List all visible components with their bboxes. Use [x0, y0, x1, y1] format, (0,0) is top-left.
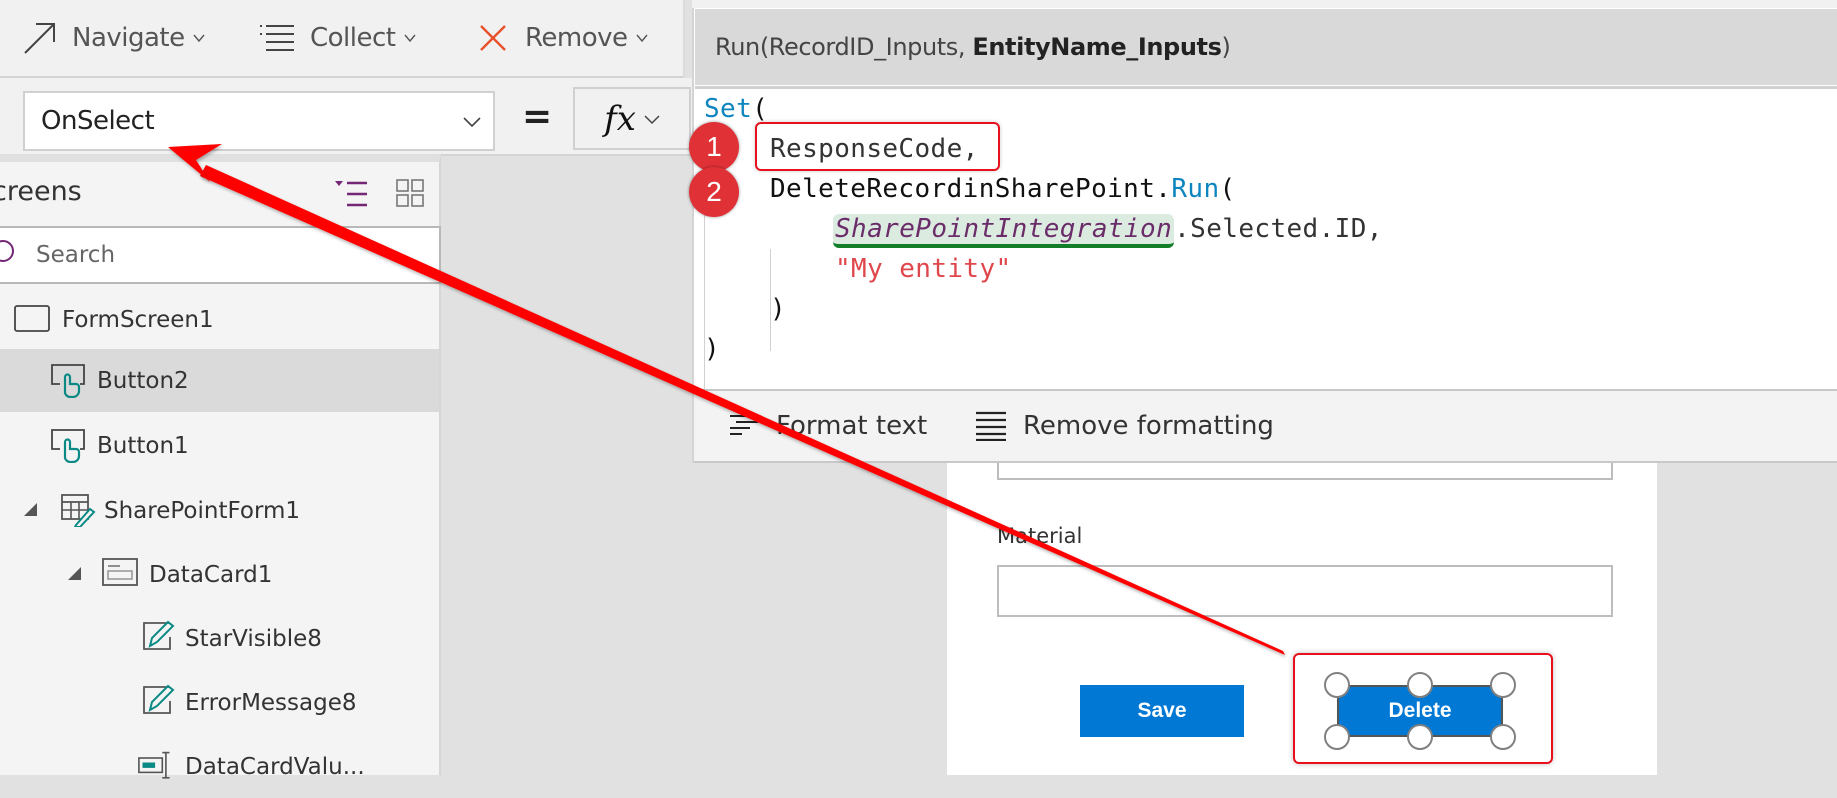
remove-formatting-icon [976, 411, 1006, 441]
tree-item-formscreen1[interactable]: FormScreen1 [0, 288, 439, 351]
function-signature-bar: Run(RecordID_Inputs, EntityName_Inputs) [695, 9, 1837, 85]
tree-item-label: Button2 [97, 367, 189, 394]
navigate-label: Navigate [72, 23, 185, 53]
active-parameter: EntityName_Inputs [972, 33, 1222, 61]
button-icon [51, 364, 85, 398]
tree-search-input[interactable] [34, 241, 418, 269]
tree-item-label: DataCardValu... [185, 753, 365, 780]
chevron-down-icon [644, 114, 660, 124]
search-icon [0, 240, 14, 262]
resize-handle[interactable] [1324, 672, 1350, 698]
formula-panel-top-strip [692, 0, 1837, 8]
remove-button[interactable]: Remove [473, 18, 648, 58]
resize-handle[interactable] [1407, 672, 1433, 698]
remove-formatting-button[interactable]: Remove formatting [975, 406, 1274, 446]
tree-search-box[interactable] [0, 226, 441, 284]
text-input-icon [138, 751, 170, 779]
resize-handle[interactable] [1490, 672, 1516, 698]
screen-icon [14, 305, 50, 332]
form-icon [61, 494, 96, 527]
chevron-down-icon [193, 34, 205, 43]
annotation-badge-1: 1 [689, 122, 739, 172]
tree-item-errormessage8[interactable]: ErrorMessage8 [0, 671, 439, 734]
tree-item-label: Button1 [97, 432, 189, 459]
material-input[interactable] [997, 565, 1613, 617]
control-reference: SharePointIntegration [833, 214, 1175, 248]
resize-handle[interactable] [1490, 724, 1516, 750]
tree-view-toggle-icon[interactable] [335, 179, 369, 213]
edit-label-icon [143, 620, 175, 650]
tree-item-label: ErrorMessage8 [185, 689, 357, 716]
navigate-button[interactable]: Navigate [20, 18, 205, 58]
tree-item-starvisible8[interactable]: StarVisible8 [0, 607, 439, 670]
remove-label: Remove [525, 23, 628, 53]
remove-x-icon [473, 18, 513, 58]
fx-button[interactable]: fx [573, 87, 691, 150]
tree-item-sharepointform1[interactable]: SharePointForm1 [0, 479, 439, 542]
tree-panel-title: creens [0, 176, 82, 207]
chevron-down-icon [403, 34, 416, 43]
resize-handle[interactable] [1324, 724, 1350, 750]
remove-formatting-label: Remove formatting [1023, 411, 1274, 441]
collect-button[interactable]: Collect [258, 18, 416, 58]
code-line-7: ) [704, 334, 721, 364]
equals-sign: = [522, 96, 553, 137]
format-text-label: Format text [776, 411, 928, 441]
material-label: Material [997, 524, 1083, 548]
format-text-button[interactable]: Format text [728, 406, 927, 446]
save-button[interactable]: Save [1080, 685, 1244, 737]
tree-item-button1[interactable]: Button1 [0, 414, 439, 477]
toolbar-divider [683, 0, 685, 78]
format-text-icon [730, 415, 758, 435]
expand-caret-icon[interactable] [68, 567, 81, 580]
annotation-badge-2: 2 [689, 167, 739, 217]
navigate-arrow-icon [20, 18, 60, 58]
chevron-down-icon [635, 34, 648, 43]
datacard-icon [102, 558, 138, 586]
tree-item-label: StarVisible8 [185, 625, 322, 652]
button-icon [51, 429, 85, 463]
edit-label-icon [143, 684, 175, 714]
tree-item-datacard1[interactable]: DataCard1 [0, 543, 439, 606]
function-signature: Run(RecordID_Inputs, EntityName_Inputs) [715, 33, 1231, 61]
expand-caret-icon[interactable] [24, 503, 37, 516]
code-line-5: "My entity" [835, 254, 1012, 284]
resize-handle[interactable] [1407, 724, 1433, 750]
code-line-3: DeleteRecordinSharePoint.Run( [770, 174, 1236, 204]
chevron-down-icon [463, 117, 481, 128]
responsecode-highlight-box [755, 122, 1000, 171]
code-line-6: ) [770, 294, 787, 324]
tree-item-label: DataCard1 [149, 561, 273, 588]
property-dropdown-value: OnSelect [41, 106, 155, 136]
fx-icon: fx [604, 98, 636, 139]
code-line-4: SharePointIntegration.Selected.ID, [833, 209, 1383, 249]
tree-item-label: FormScreen1 [62, 306, 214, 333]
collect-label: Collect [310, 23, 396, 53]
collect-list-icon [258, 18, 298, 58]
tree-item-datacardvalue[interactable]: DataCardValu... [0, 735, 439, 798]
tree-item-button2[interactable]: Button2 [0, 349, 439, 412]
property-dropdown[interactable]: OnSelect [23, 91, 495, 151]
grid-view-toggle-icon[interactable] [396, 179, 424, 211]
tree-item-label: SharePointForm1 [104, 497, 301, 524]
